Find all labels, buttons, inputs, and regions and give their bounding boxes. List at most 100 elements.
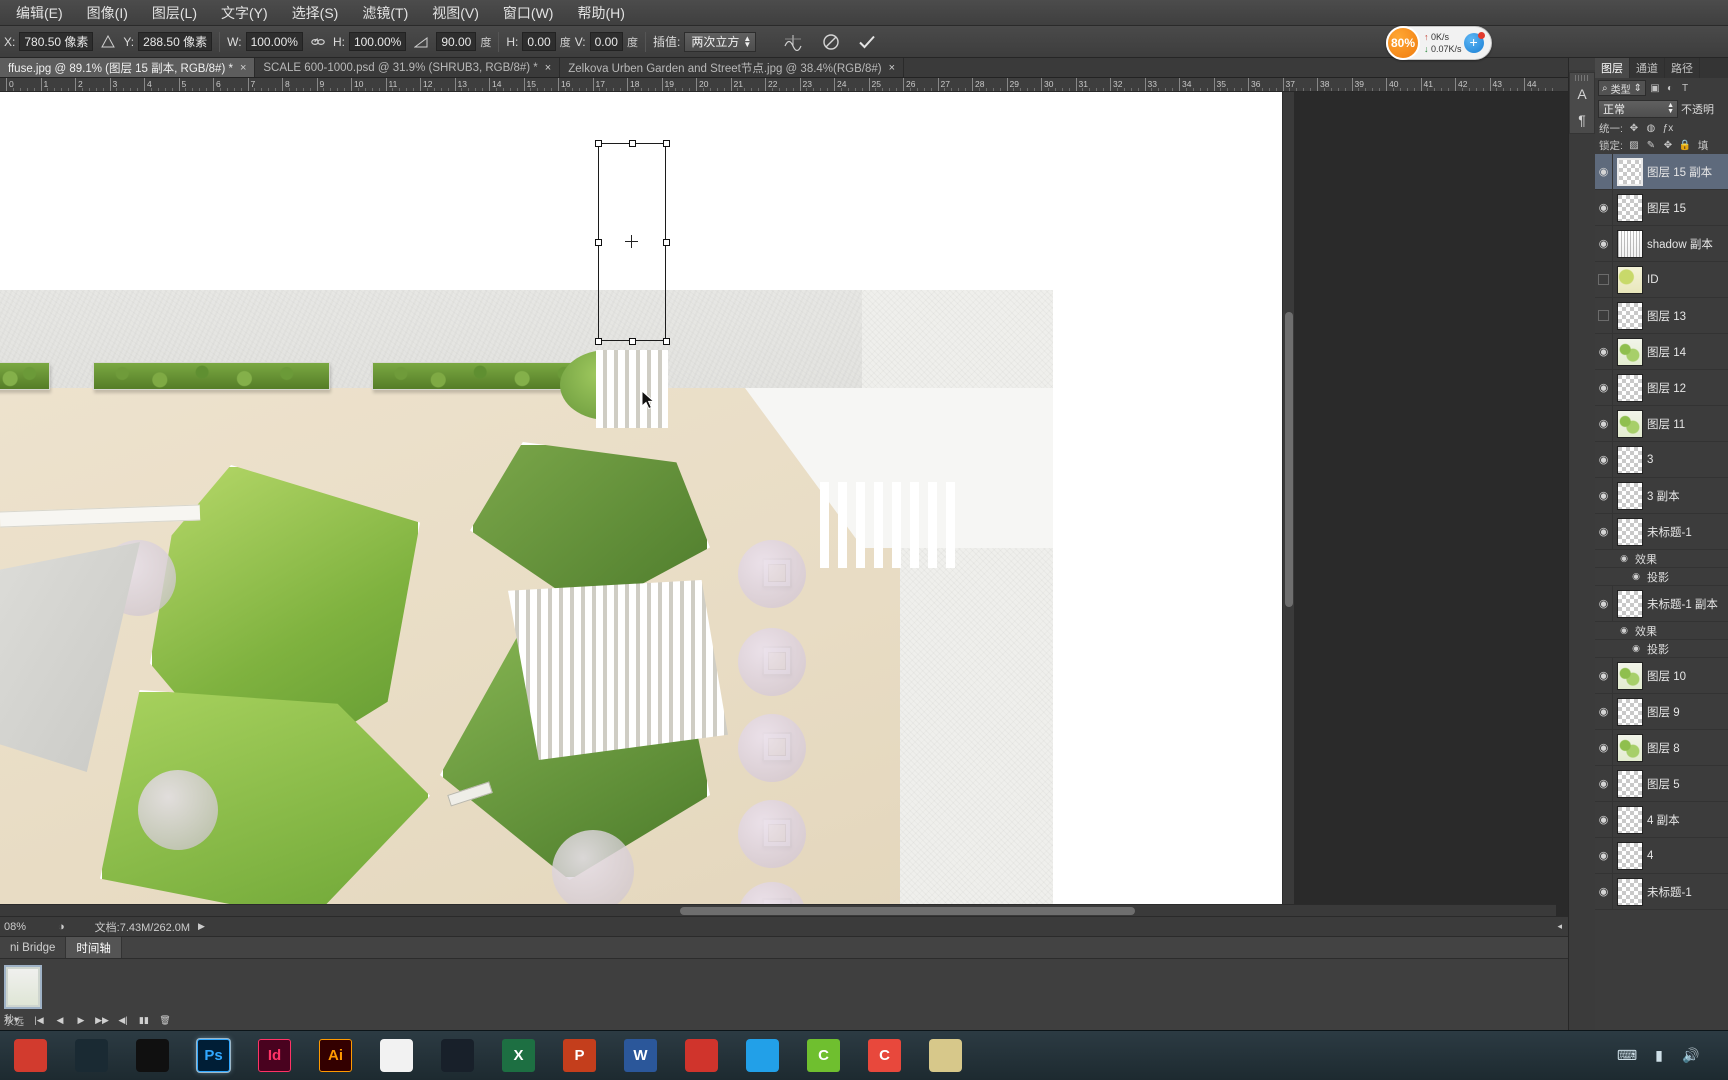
transform-handle-bc[interactable] (629, 338, 636, 345)
taskbar-powerpoint-icon[interactable]: P (549, 1031, 610, 1080)
warp-icon[interactable] (782, 31, 804, 53)
close-icon[interactable]: × (240, 62, 246, 74)
layer-thumbnail[interactable] (1617, 517, 1643, 546)
transform-handle-ml[interactable] (595, 239, 602, 246)
keyboard-icon[interactable]: ⌨ (1617, 1047, 1637, 1065)
effect-visibility-eye-icon[interactable]: ◉ (1617, 553, 1631, 564)
angle-input[interactable]: 90.00 (436, 32, 477, 51)
blend-mode-select[interactable]: 正常 ▲ ▼ (1598, 100, 1678, 118)
taskbar-wechat-icon[interactable]: C (793, 1031, 854, 1080)
layer-thumbnail[interactable] (1617, 877, 1643, 906)
layer-effect-item[interactable]: ◉ 投影 (1595, 640, 1728, 658)
play-icon[interactable]: ▶ (75, 1015, 87, 1026)
layer-row[interactable]: ◉ 3 (1595, 441, 1728, 478)
taskbar-app-c-red-icon[interactable]: C (854, 1031, 915, 1080)
menu-item-window[interactable]: 窗口(W) (491, 0, 566, 26)
layer-visibility-eye-icon[interactable]: ◉ (1595, 225, 1613, 262)
doc-tab-2[interactable]: Zelkova Urben Garden and Street节点.jpg @ … (560, 58, 905, 77)
layer-thumbnail[interactable] (1617, 805, 1643, 834)
menu-item-view[interactable]: 视图(V) (420, 0, 491, 26)
x-input[interactable]: 780.50 像素 (19, 32, 94, 51)
dock-tab-timeline[interactable]: 时间轴 (66, 937, 122, 958)
layer-name[interactable]: 未标题-1 副本 (1647, 596, 1718, 612)
layer-thumbnail[interactable] (1617, 193, 1643, 222)
layer-row[interactable]: ◉ 图层 5 (1595, 765, 1728, 802)
layer-visibility-eye-icon[interactable]: ◉ (1595, 189, 1613, 226)
interpolation-select[interactable]: 两次立方 ▲ ▼ (684, 31, 757, 52)
layer-name[interactable]: 图层 11 (1647, 416, 1685, 432)
transform-handle-mr[interactable] (663, 239, 670, 246)
taskbar-indesign-icon[interactable]: Id (244, 1031, 305, 1080)
doc-tab-0[interactable]: ffuse.jpg @ 89.1% (图层 15 副本, RGB/8#) * × (0, 58, 256, 77)
menu-item-type[interactable]: 文字(Y) (209, 0, 280, 26)
taskbar-app-star-icon[interactable] (122, 1031, 183, 1080)
menu-item-select[interactable]: 选择(S) (280, 0, 351, 26)
status-menu-arrow-icon[interactable]: ▶ (198, 921, 205, 932)
doc-tab-1[interactable]: SCALE 600-1000.psd @ 31.9% (SHRUB3, RGB/… (255, 58, 561, 77)
layer-thumbnail[interactable] (1617, 841, 1643, 870)
layer-thumbnail[interactable] (1617, 589, 1643, 618)
layer-row[interactable]: ◉ 图层 8 (1595, 729, 1728, 766)
effect-visibility-eye-icon[interactable]: ◉ (1629, 571, 1643, 582)
loop-option-label[interactable]: 永远 (4, 1013, 24, 1028)
delete-frame-icon[interactable]: 🗑 (159, 1015, 171, 1026)
skew-v-input[interactable]: 0.00 (589, 32, 623, 51)
h-input[interactable]: 100.00% (348, 32, 407, 51)
link-wh-icon[interactable] (307, 31, 329, 53)
duplicate-frame-icon[interactable]: ▮▮ (138, 1015, 150, 1026)
layer-thumbnail[interactable] (1617, 157, 1643, 186)
rotate-icon[interactable] (410, 31, 432, 53)
scroll-thumb[interactable] (680, 907, 1135, 915)
layer-thumbnail[interactable] (1617, 337, 1643, 366)
layer-effect-item[interactable]: ◉ 投影 (1595, 568, 1728, 586)
taskbar-word-icon[interactable]: W (610, 1031, 671, 1080)
layer-row[interactable]: ◉ 图层 14 (1595, 333, 1728, 370)
layer-visibility-off-icon[interactable] (1595, 261, 1613, 298)
layer-thumbnail[interactable] (1617, 445, 1643, 474)
layer-effects-group[interactable]: ◉ 效果 (1595, 622, 1728, 640)
proof-icon[interactable]: ◑ (58, 921, 65, 933)
adjustment-filter-icon[interactable]: ◐ (1664, 82, 1676, 94)
layer-visibility-eye-icon[interactable]: ◉ (1595, 873, 1613, 910)
taskbar-pdf-icon[interactable] (671, 1031, 732, 1080)
taskbar-photoshop-icon[interactable]: Ps (183, 1031, 244, 1080)
taskbar-excel-icon[interactable]: X (488, 1031, 549, 1080)
transform-handle-bl[interactable] (595, 338, 602, 345)
layer-name[interactable]: 3 副本 (1647, 488, 1680, 504)
layer-name[interactable]: 3 (1647, 454, 1653, 466)
layer-row[interactable]: ◉ 图层 9 (1595, 693, 1728, 730)
tab-channels[interactable]: 通道 (1630, 58, 1665, 78)
next-frame-icon[interactable]: ▶▶ (95, 1015, 109, 1026)
layer-name[interactable]: 图层 10 (1647, 668, 1686, 684)
layer-row[interactable]: ◉ 未标题-1 副本 (1595, 585, 1728, 622)
zoom-level[interactable]: 08% (0, 921, 58, 933)
layer-name[interactable]: 图层 15 (1647, 200, 1686, 216)
taskbar-illustrator-icon[interactable]: Ai (305, 1031, 366, 1080)
taskbar-explorer-icon[interactable] (915, 1031, 976, 1080)
layer-thumbnail[interactable] (1617, 481, 1643, 510)
layer-name[interactable]: 图层 5 (1647, 776, 1680, 792)
type-filter-icon[interactable]: T (1679, 82, 1691, 94)
menu-item-filter[interactable]: 滤镜(T) (350, 0, 420, 26)
add-button-icon[interactable]: + (1463, 32, 1485, 53)
layer-list[interactable]: ◉ 图层 15 副本 ◉ 图层 15 ◉ shadow 副本 ID 图层 13 ◉ 图层 14 ◉ 图… (1595, 154, 1728, 1030)
layer-thumbnail[interactable] (1617, 733, 1643, 762)
layer-visibility-eye-icon[interactable]: ◉ (1595, 154, 1613, 190)
layer-visibility-eye-icon[interactable]: ◉ (1595, 513, 1613, 550)
canvas-area[interactable] (0, 92, 1568, 916)
layer-visibility-eye-icon[interactable]: ◉ (1595, 369, 1613, 406)
taskbar-cloud-icon[interactable] (732, 1031, 793, 1080)
layer-name[interactable]: 图层 14 (1647, 344, 1686, 360)
layer-name[interactable]: 4 副本 (1647, 812, 1680, 828)
transform-center-point-icon[interactable] (625, 235, 638, 248)
reference-point-icon[interactable] (97, 31, 119, 53)
transform-handle-tr[interactable] (663, 140, 670, 147)
layer-visibility-eye-icon[interactable]: ◉ (1595, 729, 1613, 766)
layer-thumbnail[interactable] (1617, 409, 1643, 438)
layer-thumbnail[interactable] (1617, 229, 1643, 258)
transform-handle-tl[interactable] (595, 140, 602, 147)
layer-name[interactable]: 未标题-1 (1647, 524, 1692, 540)
status-resize-grip[interactable]: ◂ (1557, 921, 1562, 932)
layer-visibility-eye-icon[interactable]: ◉ (1595, 333, 1613, 370)
layer-name[interactable]: 图层 15 副本 (1647, 164, 1712, 180)
